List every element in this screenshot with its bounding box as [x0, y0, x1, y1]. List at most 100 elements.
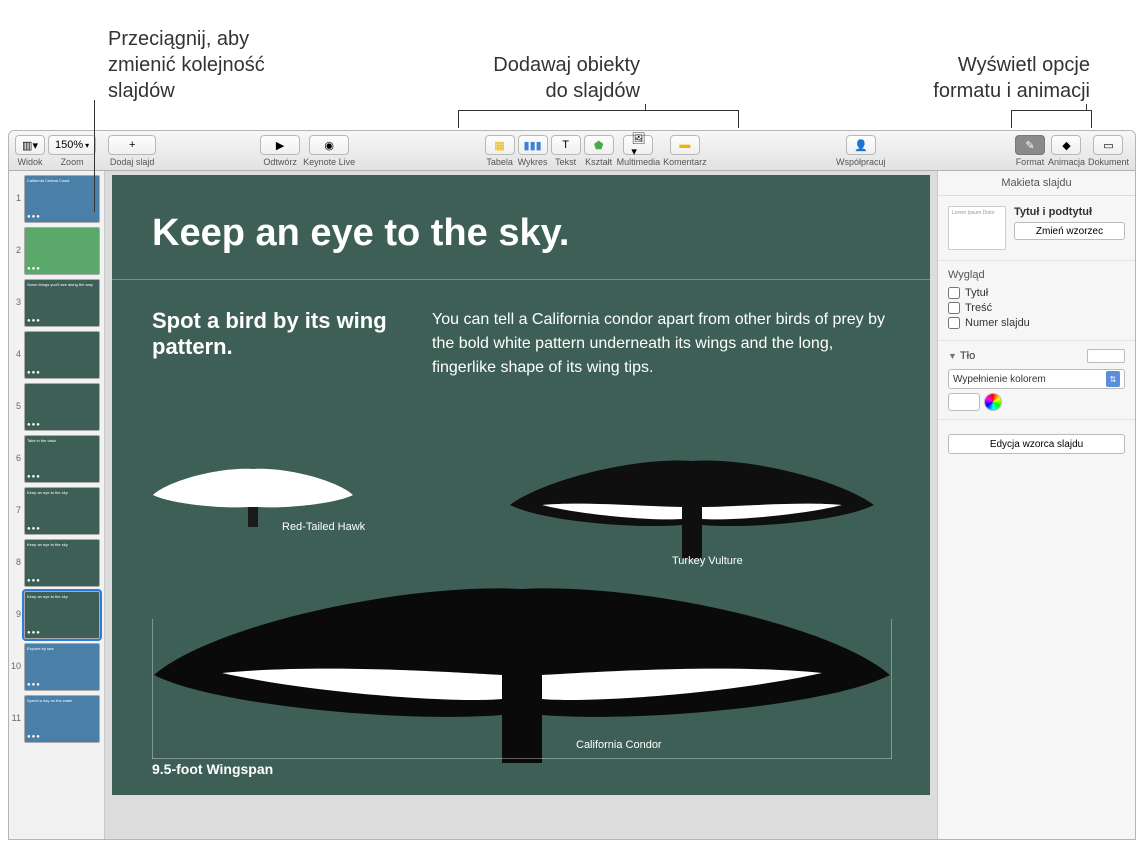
bird1-label: Red-Tailed Hawk	[282, 521, 365, 533]
thumbnail-image[interactable]: Keep an eye to the sky●●●	[24, 487, 100, 535]
keynote-live-button[interactable]: ◉ Keynote Live	[303, 135, 355, 167]
thumbnail-image[interactable]: ●●●	[24, 383, 100, 431]
wingspan-line	[152, 758, 892, 759]
paintbrush-icon: ✎	[1023, 138, 1037, 152]
format-inspector: Makieta slajdu Lorem Ipsum Dolor Tytuł i…	[937, 171, 1135, 839]
thumbnail-image[interactable]: Take in the vista●●●	[24, 435, 100, 483]
table-button[interactable]: ▦ Tabela	[485, 135, 515, 167]
thumbnail-image[interactable]: Some things you'll see along the way●●●	[24, 279, 100, 327]
build-indicator-dots: ●●●	[27, 266, 41, 272]
slide-number: 1	[11, 175, 21, 203]
document-label: Dokument	[1088, 157, 1129, 167]
fill-type-select[interactable]: Wypełnienie kolorem ⇅	[948, 369, 1125, 389]
thumbnail-image[interactable]: Spend a day on the water●●●	[24, 695, 100, 743]
body-checkbox-row[interactable]: Treść	[948, 302, 1125, 314]
slide-thumbnail[interactable]: 2 ●●●	[11, 227, 102, 275]
thumbnail-image[interactable]: Keep an eye to the sky●●●	[24, 591, 100, 639]
slide[interactable]: Keep an eye to the sky. Spot a bird by i…	[112, 175, 930, 795]
disclosure-triangle-icon[interactable]: ▼	[948, 351, 957, 361]
chart-label: Wykres	[518, 157, 548, 167]
collaborate-button[interactable]: 👤 Współpracuj	[836, 135, 886, 167]
color-wheel-button[interactable]	[984, 393, 1002, 411]
birds-illustration: Red-Tailed Hawk Turkey Vulture Cal	[112, 455, 930, 795]
slide-thumbnail[interactable]: 10Explore by sea●●●	[11, 643, 102, 691]
media-icon: 🖼▾	[631, 138, 645, 152]
slide-canvas[interactable]: Keep an eye to the sky. Spot a bird by i…	[105, 171, 937, 839]
background-preview-swatch[interactable]	[1087, 349, 1125, 363]
slide-thumbnail[interactable]: 3Some things you'll see along the way●●●	[11, 279, 102, 327]
title-checkbox-row[interactable]: Tytuł	[948, 287, 1125, 299]
edit-master-slide-button[interactable]: Edycja wzorca slajdu	[948, 434, 1125, 454]
chart-button[interactable]: ▮▮▮ Wykres	[518, 135, 548, 167]
play-button[interactable]: ▶ Odtwórz	[260, 135, 300, 167]
document-icon: ▭	[1101, 138, 1115, 152]
build-indicator-dots: ●●●	[27, 630, 41, 636]
thumbnail-image[interactable]: Keep an eye to the sky●●●	[24, 539, 100, 587]
slide-number: 9	[11, 591, 21, 619]
thumbnail-image[interactable]: ●●●	[24, 227, 100, 275]
build-indicator-dots: ●●●	[27, 578, 41, 584]
animate-tab[interactable]: ◆ Animacja	[1048, 135, 1085, 167]
text-button[interactable]: T Tekst	[551, 135, 581, 167]
layout-thumbnail[interactable]: Lorem Ipsum Dolor	[948, 206, 1006, 250]
build-indicator-dots: ●●●	[27, 734, 41, 740]
body-checkbox-label: Treść	[965, 302, 992, 314]
format-label: Format	[1016, 157, 1045, 167]
build-indicator-dots: ●●●	[27, 370, 41, 376]
shape-button[interactable]: ⬟ Kształt	[584, 135, 614, 167]
slide-thumbnail[interactable]: 11Spend a day on the water●●●	[11, 695, 102, 743]
background-section-title: Tło	[960, 350, 975, 362]
slide-number: 10	[11, 643, 21, 671]
slide-number: 2	[11, 227, 21, 255]
slidenum-checkbox-row[interactable]: Numer slajdu	[948, 317, 1125, 329]
format-tab[interactable]: ✎ Format	[1015, 135, 1045, 167]
slide-thumbnail[interactable]: 9Keep an eye to the sky●●●	[11, 591, 102, 639]
slide-thumbnail[interactable]: 8Keep an eye to the sky●●●	[11, 539, 102, 587]
build-indicator-dots: ●●●	[27, 214, 41, 220]
slidenum-checkbox[interactable]	[948, 317, 960, 329]
inspector-header: Makieta slajdu	[938, 171, 1135, 196]
comment-button[interactable]: ▬ Komentarz	[663, 135, 707, 167]
callout-reorder-slides: Przeciągnij, aby zmienić kolejność slajd…	[108, 26, 308, 104]
build-indicator-dots: ●●●	[27, 474, 41, 480]
slide-thumbnail[interactable]: 4 ●●●	[11, 331, 102, 379]
slide-number: 3	[11, 279, 21, 307]
slide-thumbnail[interactable]: 1California Central Coast●●●	[11, 175, 102, 223]
thumbnail-image[interactable]: ●●●	[24, 331, 100, 379]
view-button[interactable]: ▥▾ Widok	[15, 135, 45, 167]
turkey-vulture-image	[502, 451, 882, 571]
slide-thumbnail[interactable]: 5●●●	[11, 383, 102, 431]
chart-icon: ▮▮▮	[526, 138, 540, 152]
slide-title[interactable]: Keep an eye to the sky.	[152, 213, 890, 255]
callout-add-objects: Dodawaj obiekty do slajdów	[380, 52, 640, 104]
document-tab[interactable]: ▭ Dokument	[1088, 135, 1129, 167]
animate-icon: ◆	[1059, 138, 1073, 152]
bird2-label: Turkey Vulture	[672, 555, 743, 567]
slide-number: 8	[11, 539, 21, 567]
slide-number: 6	[11, 435, 21, 463]
slide-subtitle[interactable]: Spot a bird by its wing pattern.	[152, 308, 392, 380]
color-swatch[interactable]	[948, 393, 980, 411]
title-checkbox[interactable]	[948, 287, 960, 299]
add-slide-button[interactable]: + Dodaj slajd	[108, 135, 156, 167]
slide-body-text[interactable]: You can tell a California condor apart f…	[432, 308, 890, 380]
slide-number: 7	[11, 487, 21, 515]
slide-thumbnail[interactable]: 7Keep an eye to the sky●●●	[11, 487, 102, 535]
zoom-button[interactable]: 150%▾ Zoom	[48, 135, 96, 167]
plus-icon: +	[125, 138, 139, 152]
thumbnail-image[interactable]: Explore by sea●●●	[24, 643, 100, 691]
change-master-button[interactable]: Zmień wzorzec	[1014, 222, 1125, 240]
slide-thumbnail[interactable]: 6Take in the vista●●●	[11, 435, 102, 483]
layout-name: Tytuł i podtytuł	[1014, 206, 1125, 218]
media-button[interactable]: 🖼▾ Multimedia	[617, 135, 661, 167]
body-checkbox[interactable]	[948, 302, 960, 314]
slide-number: 4	[11, 331, 21, 359]
text-icon: T	[559, 138, 573, 152]
fill-type-label: Wypełnienie kolorem	[953, 374, 1046, 385]
slide-navigator[interactable]: 1California Central Coast●●●2●●●3Some th…	[9, 171, 105, 839]
thumbnail-image[interactable]: California Central Coast●●●	[24, 175, 100, 223]
appearance-section-title: Wygląd	[948, 269, 1125, 281]
collaborate-label: Współpracuj	[836, 157, 886, 167]
slidenum-checkbox-label: Numer slajdu	[965, 317, 1030, 329]
slide-number: 5	[11, 383, 21, 411]
